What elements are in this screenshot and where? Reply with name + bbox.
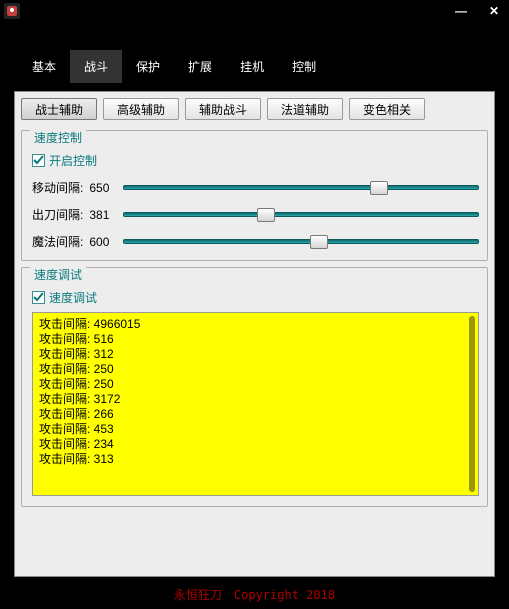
group-title: 速度控制 <box>30 129 86 146</box>
slider-move: 移动间隔: 650 <box>32 179 479 196</box>
tab-control[interactable]: 控制 <box>278 50 330 83</box>
sub-tabs: 战士辅助 高级辅助 辅助战斗 法道辅助 变色相关 <box>17 94 492 124</box>
log-line: 攻击间隔: 234 <box>39 437 472 452</box>
app-icon <box>4 3 20 19</box>
tab-extend[interactable]: 扩展 <box>174 50 226 83</box>
log-line: 攻击间隔: 250 <box>39 377 472 392</box>
scrollbar-thumb[interactable] <box>469 316 475 492</box>
window-buttons: — ✕ <box>449 4 505 18</box>
group-title: 速度调试 <box>30 266 86 283</box>
log-line: 攻击间隔: 3172 <box>39 392 472 407</box>
group-speed-debug: 速度调试 速度调试 攻击间隔: 4966015 攻击间隔: 516 攻击间隔: … <box>21 267 488 507</box>
tab-basic[interactable]: 基本 <box>18 50 70 83</box>
checkbox-label: 开启控制 <box>49 152 97 169</box>
log-line: 攻击间隔: 312 <box>39 347 472 362</box>
log-line: 攻击间隔: 453 <box>39 422 472 437</box>
checkbox-box[interactable] <box>32 154 45 167</box>
slider-magic: 魔法间隔: 600 <box>32 233 479 250</box>
subtab-color[interactable]: 变色相关 <box>349 98 425 120</box>
tab-afk[interactable]: 挂机 <box>226 50 278 83</box>
slider-label: 出刀间隔: <box>32 206 83 223</box>
debug-log[interactable]: 攻击间隔: 4966015 攻击间隔: 516 攻击间隔: 312 攻击间隔: … <box>32 312 479 496</box>
speed-debug-checkbox[interactable]: 速度调试 <box>32 289 479 306</box>
content-panel: 战士辅助 高级辅助 辅助战斗 法道辅助 变色相关 速度控制 开启控制 移动间隔:… <box>14 91 495 577</box>
footer-copyright: 永恒狂刀 Copyright 2018 <box>0 586 509 603</box>
tab-combat[interactable]: 战斗 <box>70 50 122 83</box>
slider-value: 650 <box>89 181 117 195</box>
log-line: 攻击间隔: 4966015 <box>39 317 472 332</box>
checkbox-box[interactable] <box>32 291 45 304</box>
slider-attack: 出刀间隔: 381 <box>32 206 479 223</box>
enable-control-checkbox[interactable]: 开启控制 <box>32 152 479 169</box>
checkbox-label: 速度调试 <box>49 289 97 306</box>
slider-track[interactable] <box>123 182 479 194</box>
slider-thumb[interactable] <box>370 181 388 195</box>
log-line: 攻击间隔: 266 <box>39 407 472 422</box>
slider-track[interactable] <box>123 209 479 221</box>
slider-thumb[interactable] <box>310 235 328 249</box>
slider-value: 600 <box>89 235 117 249</box>
log-line: 攻击间隔: 250 <box>39 362 472 377</box>
subtab-assist[interactable]: 辅助战斗 <box>185 98 261 120</box>
tab-protect[interactable]: 保护 <box>122 50 174 83</box>
log-scrollbar[interactable] <box>469 316 475 492</box>
main-tabs: 基本 战斗 保护 扩展 挂机 控制 <box>0 22 509 91</box>
slider-label: 移动间隔: <box>32 179 83 196</box>
slider-thumb[interactable] <box>257 208 275 222</box>
titlebar: — ✕ <box>0 0 509 22</box>
log-line: 攻击间隔: 313 <box>39 452 472 467</box>
group-speed-control: 速度控制 开启控制 移动间隔: 650 出刀间隔: 381 魔法间隔: 600 <box>21 130 488 261</box>
slider-track[interactable] <box>123 236 479 248</box>
subtab-advanced[interactable]: 高级辅助 <box>103 98 179 120</box>
subtab-mage[interactable]: 法道辅助 <box>267 98 343 120</box>
close-button[interactable]: ✕ <box>483 4 505 18</box>
subtab-warrior[interactable]: 战士辅助 <box>21 98 97 120</box>
log-line: 攻击间隔: 516 <box>39 332 472 347</box>
slider-label: 魔法间隔: <box>32 233 83 250</box>
minimize-button[interactable]: — <box>449 4 473 18</box>
slider-value: 381 <box>89 208 117 222</box>
